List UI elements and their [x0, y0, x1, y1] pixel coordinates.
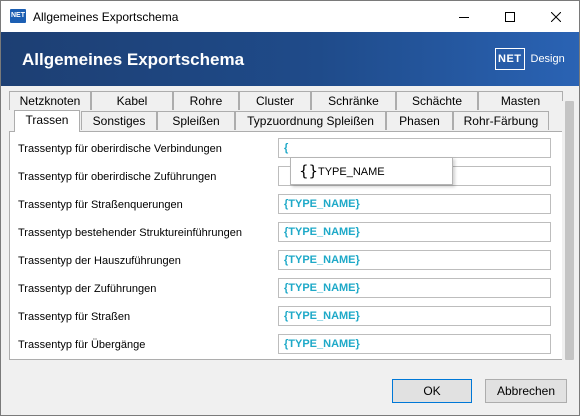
tab-spleissen[interactable]: Spleißen: [157, 111, 235, 130]
field-label-hauszufuehrungen: Trassentyp der Hauszuführungen: [18, 255, 181, 267]
tab-typzuordnung-spleissen[interactable]: Typzuordnung Spleißen: [235, 111, 386, 130]
tab-schraenke[interactable]: Schränke: [311, 91, 396, 110]
cancel-button[interactable]: Abbrechen: [485, 379, 567, 403]
field-label-strassen: Trassentyp für Straßen: [18, 311, 131, 323]
app-icon: NET: [10, 9, 26, 23]
close-button[interactable]: [533, 1, 579, 32]
window-title: Allgemeines Exportschema: [33, 10, 179, 24]
field-label-oberirdische-zufuehrungen: Trassentyp für oberirdische Zuführungen: [18, 171, 217, 183]
tab-rohr-faerbung[interactable]: Rohr-Färbung: [453, 111, 549, 130]
tab-kabel[interactable]: Kabel: [91, 91, 173, 110]
scrollbar-thumb[interactable]: [565, 101, 574, 360]
field-label-oberirdische-verbindungen: Trassentyp für oberirdische Verbindungen: [18, 143, 222, 155]
minimize-button[interactable]: [441, 1, 487, 32]
ok-button[interactable]: OK: [392, 379, 472, 403]
field-label-strassenquerungen: Trassentyp für Straßenquerungen: [18, 199, 183, 211]
field-input-strassen[interactable]: {TYPE_NAME}: [278, 306, 551, 326]
field-input-hauszufuehrungen[interactable]: {TYPE_NAME}: [278, 250, 551, 270]
field-input-oberirdische-verbindungen[interactable]: {: [278, 138, 551, 158]
close-icon: [551, 11, 561, 22]
autocomplete-popup: {} TYPE_NAME: [290, 157, 453, 185]
title-bar: NET Allgemeines Exportschema: [1, 1, 579, 32]
field-label-uebergaenge: Trassentyp für Übergänge: [18, 339, 146, 351]
header-banner: Allgemeines Exportschema NET Design: [1, 32, 579, 86]
field-label-zufuehrungen: Trassentyp der Zuführungen: [18, 283, 157, 295]
tab-strip: Netzknoten Kabel Rohre Cluster Schränke …: [9, 91, 563, 133]
maximize-icon: [505, 11, 515, 22]
field-input-zufuehrungen[interactable]: {TYPE_NAME}: [278, 278, 551, 298]
field-input-struktureinfuehrungen[interactable]: {TYPE_NAME}: [278, 222, 551, 242]
logo-net-box: NET: [495, 48, 525, 70]
field-input-strassenquerungen[interactable]: {TYPE_NAME}: [278, 194, 551, 214]
maximize-button[interactable]: [487, 1, 533, 32]
field-label-struktureinfuehrungen: Trassentyp bestehender Struktureinführun…: [18, 227, 243, 239]
tab-cluster[interactable]: Cluster: [239, 91, 311, 110]
tab-schaechte[interactable]: Schächte: [396, 91, 478, 110]
tab-trassen[interactable]: Trassen: [14, 110, 80, 132]
banner-title: Allgemeines Exportschema: [22, 50, 245, 69]
tab-rohre[interactable]: Rohre: [173, 91, 239, 110]
minimize-icon: [459, 16, 469, 18]
autocomplete-item-type-name[interactable]: TYPE_NAME: [318, 166, 385, 178]
vertical-scrollbar[interactable]: [562, 101, 577, 360]
curly-braces-icon: {}: [299, 162, 319, 180]
field-input-uebergaenge[interactable]: {TYPE_NAME}: [278, 334, 551, 354]
tab-netzknoten[interactable]: Netzknoten: [9, 91, 91, 110]
dialog-window: NET Allgemeines Exportschema Allgemeines…: [0, 0, 580, 416]
tab-sonstiges[interactable]: Sonstiges: [81, 111, 157, 130]
tab-phasen[interactable]: Phasen: [386, 111, 453, 130]
tab-masten[interactable]: Masten: [478, 91, 563, 110]
logo-design-text: Design: [530, 53, 565, 65]
netdesign-logo: NET Design: [495, 47, 565, 71]
